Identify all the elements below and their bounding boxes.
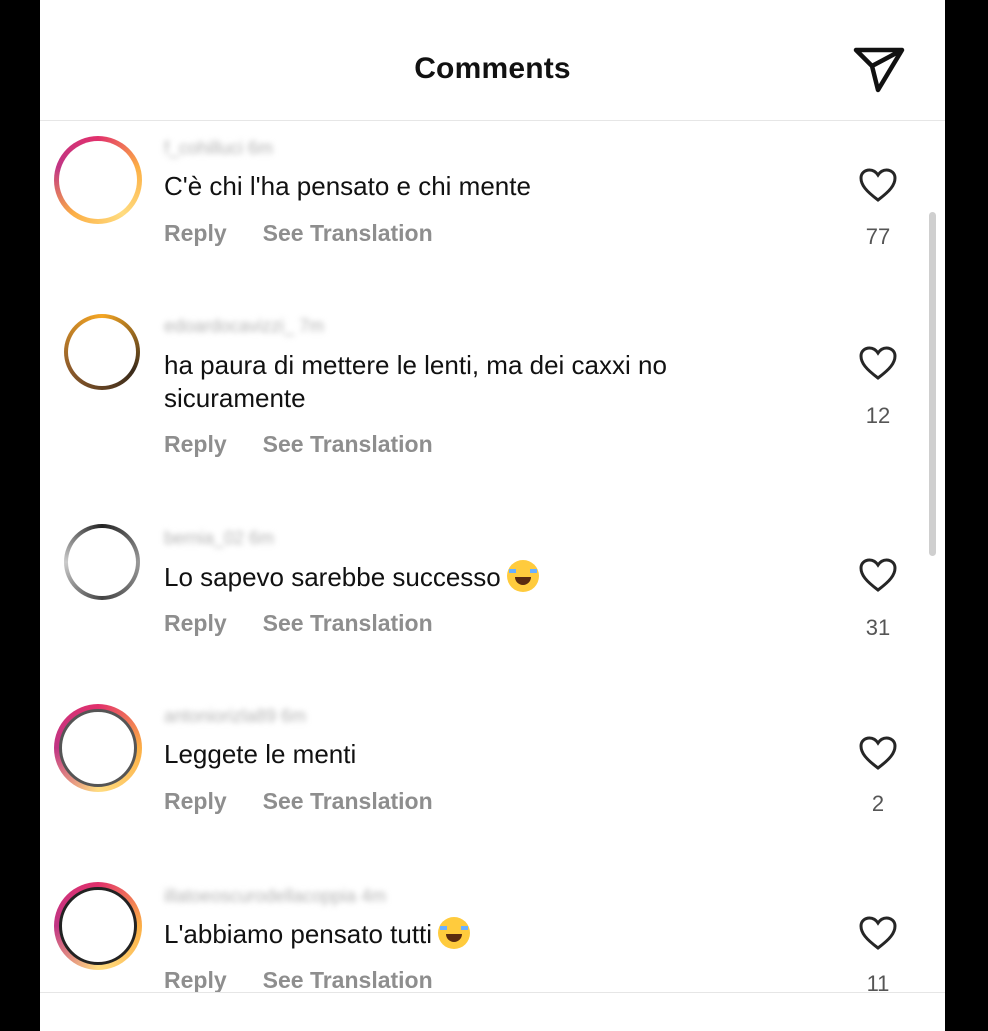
heart-icon[interactable]	[858, 735, 898, 771]
scrollbar[interactable]	[929, 212, 936, 556]
header: Comments	[40, 0, 945, 121]
heart-icon[interactable]	[858, 345, 898, 381]
comment-actions: Reply See Translation	[164, 220, 469, 247]
avatar[interactable]	[54, 136, 142, 224]
comment-actions: Reply See Translation	[164, 431, 469, 458]
comment-actions: Reply See Translation	[164, 967, 469, 994]
see-translation-button[interactable]: See Translation	[263, 220, 433, 246]
reply-button[interactable]: Reply	[164, 967, 227, 993]
comment-username[interactable]: antoniorizla89 6m	[164, 706, 306, 726]
send-icon[interactable]	[852, 44, 906, 94]
reply-button[interactable]: Reply	[164, 788, 227, 814]
comment-text: ha paura di mettere le lenti, ma dei cax…	[164, 350, 667, 413]
heart-icon[interactable]	[858, 167, 898, 203]
like-count: 2	[871, 791, 885, 816]
laughing-emoji-icon	[438, 917, 471, 949]
avatar[interactable]	[54, 704, 142, 792]
like-count: 11	[866, 971, 890, 996]
see-translation-button[interactable]: See Translation	[263, 431, 433, 457]
comment-username[interactable]: f_cohilluci 6m	[164, 138, 273, 158]
comment-actions: Reply See Translation	[164, 610, 469, 637]
reply-button[interactable]: Reply	[164, 610, 227, 636]
comment-text-content: Lo sapevo sarebbe successo	[164, 562, 501, 592]
laughing-emoji-icon	[506, 560, 539, 592]
avatar[interactable]	[64, 524, 140, 600]
comment-username[interactable]: illatoeoscurodellacoppia 4m	[164, 886, 386, 906]
reply-button[interactable]: Reply	[164, 220, 227, 246]
comment-username[interactable]: bernia_02 6m	[164, 528, 274, 548]
page-title: Comments	[414, 52, 571, 85]
like-count: 12	[865, 403, 891, 428]
comment-text-content: L'abbiamo pensato tutti	[164, 919, 433, 949]
comment-text: Leggete le menti	[164, 739, 357, 769]
comment-text: Lo sapevo sarebbe successo	[164, 560, 764, 594]
comment-username[interactable]: edoardocavizzi_ 7m	[164, 316, 324, 336]
heart-icon[interactable]	[858, 915, 898, 951]
see-translation-button[interactable]: See Translation	[263, 788, 433, 814]
like-count: 31	[865, 615, 891, 640]
heart-icon[interactable]	[858, 557, 898, 593]
avatar[interactable]	[54, 882, 142, 970]
divider	[40, 992, 945, 993]
comment-text: C'è chi l'ha pensato e chi mente	[164, 171, 531, 201]
like-count: 77	[865, 224, 891, 249]
see-translation-button[interactable]: See Translation	[263, 610, 433, 636]
comment-actions: Reply See Translation	[164, 788, 469, 815]
reply-button[interactable]: Reply	[164, 431, 227, 457]
avatar[interactable]	[64, 314, 140, 390]
comments-sheet: Comments f_cohilluci 6m C'è chi l'ha pen…	[40, 0, 945, 1031]
see-translation-button[interactable]: See Translation	[263, 967, 433, 993]
comment-text: L'abbiamo pensato tutti	[164, 917, 764, 951]
